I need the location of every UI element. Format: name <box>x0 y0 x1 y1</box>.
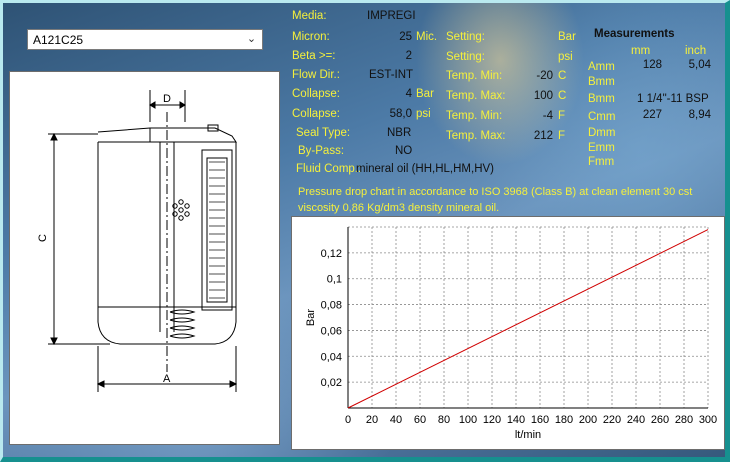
dimension-a-label: A <box>163 373 171 385</box>
chart-x-tick-label: 220 <box>603 414 621 426</box>
chart-x-tick-label: 260 <box>651 414 669 426</box>
measurement-row-label: Bmm <box>588 93 615 105</box>
micron-label: Micron: <box>292 31 330 43</box>
measurement-row-mm: 128 <box>642 59 662 71</box>
pressure-drop-chart-panel: 0 20 40 60 80 100 120 140 160 180 200 220 240 260 280 3… <box>291 216 725 450</box>
chart-description: Pressure drop chart in accordance to ISO… <box>298 186 693 214</box>
measurement-row-label: Emm <box>588 142 615 154</box>
chart-x-tick-label: 200 <box>579 414 597 426</box>
pressure-drop-chart: 0 20 40 60 80 100 120 140 160 180 200 220 240 260 280 3… <box>305 226 717 441</box>
chart-x-tick-label: 100 <box>459 414 477 426</box>
beta-label: Beta >=: <box>292 50 336 62</box>
temp-min-f-value: -4 <box>542 110 553 122</box>
chart-x-tick-label: 80 <box>438 414 450 426</box>
temp-max-c-label: Temp. Max: <box>446 90 506 102</box>
collapse-bar-value: 4 <box>405 88 412 100</box>
chart-x-tick-label: 280 <box>675 414 693 426</box>
temp-min-c-value: -20 <box>536 70 553 82</box>
filter-drawing-panel: D C A <box>9 71 280 445</box>
collapse-psi-unit: psi <box>416 108 431 120</box>
bypass-value: NO <box>395 145 413 157</box>
chart-x-tick-label: 160 <box>531 414 549 426</box>
measurements-col-mm: mm <box>631 45 651 57</box>
temp-max-f-label: Temp. Max: <box>446 130 506 142</box>
fluid-comp-label: Fluid Comp.: <box>296 163 362 175</box>
flow-dir-value: EST-INT <box>369 69 414 81</box>
dimension-c-label: C <box>37 234 49 242</box>
measurement-row-inch: 5,04 <box>688 59 711 71</box>
chart-x-axis-label: lt/min <box>515 429 541 441</box>
filter-datasheet-window: A121C25 ⌄ D C A Media: IMPREGI Micron: 2… <box>0 0 730 462</box>
filter-technical-drawing: D C A <box>37 90 238 392</box>
setting-psi-unit: psi <box>558 51 573 63</box>
temp-max-c-value: 100 <box>533 90 553 102</box>
temp-min-f-unit: F <box>558 110 566 122</box>
chart-x-tick-label: 120 <box>483 414 501 426</box>
chart-y-tick-label: 0,08 <box>321 300 342 312</box>
chart-y-axis-label: Bar <box>305 309 317 326</box>
media-value: IMPREGI <box>367 10 416 22</box>
setting-bar-unit: Bar <box>558 31 576 43</box>
micron-unit: Mic. <box>416 31 438 43</box>
temp-max-f-value: 212 <box>533 130 553 142</box>
fluid-comp-value: mineral oil (HH,HL,HM,HV) <box>356 163 495 175</box>
bypass-label: By-Pass: <box>298 145 345 157</box>
chart-x-tick-label: 20 <box>366 414 378 426</box>
seal-type-label: Seal Type: <box>296 127 351 139</box>
filter-code-select[interactable]: A121C25 ⌄ <box>27 29 263 50</box>
media-label: Media: <box>292 10 327 22</box>
temp-max-c-unit: C <box>558 90 567 102</box>
measurements-title: Measurements <box>594 28 675 40</box>
dimension-d-label: D <box>163 93 171 105</box>
chart-y-tick-label: 0,12 <box>321 248 342 260</box>
collapse-psi-value: 58,0 <box>389 108 412 120</box>
chevron-down-icon[interactable]: ⌄ <box>243 31 260 48</box>
beta-value: 2 <box>405 50 412 62</box>
measurement-row-label: Dmm <box>588 127 616 139</box>
chart-series-line <box>347 229 709 409</box>
temp-max-f-unit: F <box>558 130 566 142</box>
measurement-row-label: Bmm <box>588 76 615 88</box>
setting-psi-label: Setting: <box>446 51 485 63</box>
filter-code-value: A121C25 <box>33 33 84 47</box>
chart-x-tick-label: 60 <box>414 414 426 426</box>
chart-y-tick-label: 0,04 <box>321 351 342 363</box>
chart-x-tick-label: 240 <box>627 414 645 426</box>
chart-y-tick-label: 0,02 <box>321 377 342 389</box>
chart-x-tick-label: 300 <box>699 414 717 426</box>
collapse-bar-label: Collapse: <box>292 88 340 100</box>
chart-x-tick-label: 180 <box>555 414 573 426</box>
collapse-bar-unit: Bar <box>416 88 434 100</box>
measurement-row-mm: 227 <box>642 109 662 121</box>
chart-y-tick-label: 0,1 <box>327 274 342 286</box>
collapse-psi-label: Collapse: <box>292 108 340 120</box>
temp-min-c-label: Temp. Min: <box>446 70 503 82</box>
chart-x-tick-label: 0 <box>345 414 351 426</box>
temp-min-c-unit: C <box>558 70 567 82</box>
micron-value: 25 <box>399 31 412 43</box>
chart-x-tick-label: 40 <box>390 414 402 426</box>
measurements-col-inch: inch <box>685 45 707 57</box>
measurement-row-inch: 8,94 <box>688 109 711 121</box>
setting-bar-label: Setting: <box>446 31 485 43</box>
measurement-row-mm: 1 1/4"-11 BSP <box>637 93 709 105</box>
chart-x-tick-label: 140 <box>507 414 525 426</box>
chart-y-tick-label: 0,06 <box>321 325 342 337</box>
seal-type-value: NBR <box>387 127 412 139</box>
temp-min-f-label: Temp. Min: <box>446 110 503 122</box>
flow-dir-label: Flow Dir.: <box>292 69 340 81</box>
measurement-row-label: Fmm <box>588 156 615 168</box>
